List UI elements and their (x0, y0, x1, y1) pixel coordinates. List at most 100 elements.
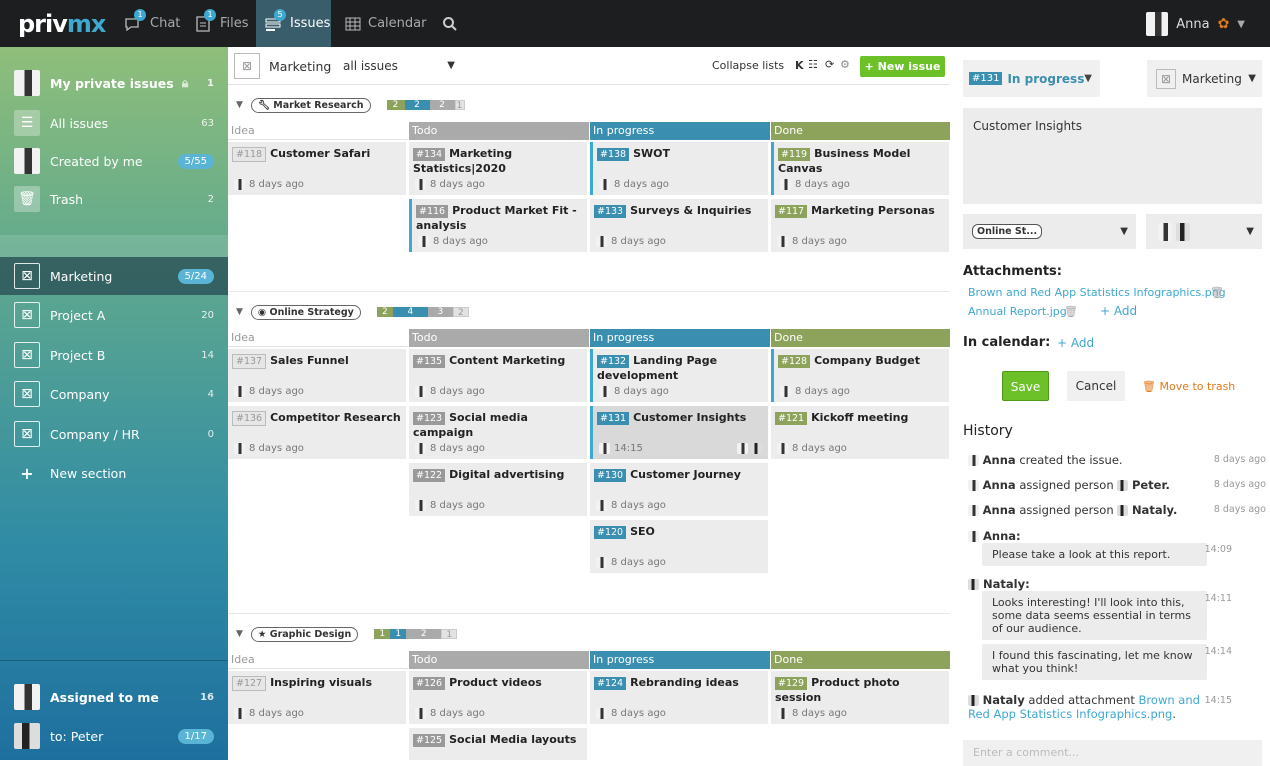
refresh-icon[interactable]: ⟳ (825, 58, 834, 71)
history-item: Anna assigned person Nataly. 8 days ago (968, 503, 1266, 519)
issue-card[interactable]: #126 Product videos 8 days ago (409, 671, 587, 724)
sidebar-item-to-peter[interactable]: to: Peter 1/17 (0, 717, 228, 755)
collapse-toggle-icon[interactable]: ▼ (236, 629, 243, 639)
issues-icon: 5 (264, 8, 286, 32)
lock-icon: 🔒︎ (181, 75, 189, 90)
attachment-link[interactable]: Annual Report.jpg (968, 305, 1067, 318)
section-select[interactable]: ⊠ Marketing ▼ (1147, 60, 1262, 97)
issue-title-field[interactable]: Customer Insights (963, 108, 1262, 204)
tag-label[interactable]: ★ Graphic Design (250, 626, 359, 642)
tag-label[interactable]: 🔧︎ Market Research (250, 97, 371, 113)
sidebar-item-company-hr[interactable]: ⊠ Company / HR 0 (0, 415, 228, 453)
caret-down-icon: ▼ (1248, 73, 1256, 84)
issue-card[interactable]: #125 Social Media layouts (409, 728, 587, 760)
issue-card[interactable]: #124 Rebranding ideas 8 days ago (590, 671, 768, 724)
sidebar-item-all-issues[interactable]: ☰ All issues 63 (0, 104, 228, 142)
sidebar-item-private-issues[interactable]: My private issues 🔒︎ 1 (0, 64, 228, 102)
issue-card[interactable]: #122 Digital advertising 8 days ago (409, 463, 587, 516)
nav-chat[interactable]: 1 Chat (124, 0, 184, 47)
sidebar-item-marketing[interactable]: ⊠ Marketing 5/24 (0, 257, 228, 295)
add-to-calendar-button[interactable]: + Add (1057, 336, 1094, 350)
save-button[interactable]: Save (1002, 371, 1049, 401)
list-view-icon[interactable]: ☷ (808, 58, 818, 71)
settings-icon[interactable]: ⚙ (840, 58, 850, 71)
issue-card[interactable]: #132 Landing Page development 8 days ago (590, 349, 768, 402)
section-icon: ⊠ (234, 53, 260, 79)
avatar (1176, 222, 1190, 241)
collapse-toggle-icon[interactable]: ▼ (236, 100, 243, 110)
assignee-select[interactable]: ▼ (1146, 214, 1262, 249)
column-header-done: Done (771, 329, 950, 347)
status-select[interactable]: #131 In progress ▼ (963, 60, 1100, 97)
nav-files[interactable]: 1 Files (194, 0, 250, 47)
issue-card[interactable]: #128 Company Budget 8 days ago (771, 349, 949, 402)
avatar (1158, 222, 1172, 241)
avatar (596, 557, 607, 568)
issue-card[interactable]: #118 Customer Safari 8 days ago (228, 142, 406, 195)
attachment-link[interactable]: Brown and Red App Statistics Infographic… (968, 286, 1226, 299)
avatar (777, 708, 788, 719)
search-icon (443, 16, 457, 31)
sidebar-item-company[interactable]: ⊠ Company 4 (0, 375, 228, 413)
calendar-icon (344, 16, 362, 32)
section-icon: ⊠ (14, 263, 40, 289)
tag-label[interactable]: ◉ Online Strategy (250, 304, 361, 320)
avatar (968, 505, 979, 516)
nav-calendar[interactable]: Calendar (344, 0, 426, 47)
column-header-progress: In progress (590, 329, 770, 347)
cancel-button[interactable]: Cancel (1067, 371, 1125, 401)
move-to-trash-button[interactable]: 🗑︎ Move to trash (1142, 380, 1235, 393)
sidebar-divider (0, 235, 228, 257)
progress-counts: 2221 (386, 100, 465, 111)
sidebar-item-trash[interactable]: 🗑︎ Trash 2 (0, 180, 228, 218)
issue-card[interactable]: #123 Social media campaign 8 days ago (409, 406, 587, 459)
calendar-heading: In calendar: (963, 335, 1051, 350)
avatar (234, 179, 245, 190)
collapse-lists-button[interactable]: Collapse lists (712, 59, 784, 72)
issue-card[interactable]: #121 Kickoff meeting 8 days ago (771, 406, 949, 459)
section-divider (228, 291, 950, 292)
user-menu[interactable]: Anna ✿ ▼ (1146, 12, 1245, 36)
issue-card[interactable]: #116 Product Market Fit - analysis 8 days… (409, 199, 587, 252)
files-icon: 1 (194, 8, 216, 32)
search-button[interactable] (442, 0, 462, 47)
nav-issues[interactable]: 5 Issues (256, 0, 331, 47)
issue-card[interactable]: #120 SEO 8 days ago (590, 520, 768, 573)
new-issue-button[interactable]: + New issue (860, 56, 945, 77)
sidebar-item-assigned-to-me[interactable]: Assigned to me 16 (0, 678, 228, 716)
avatar (599, 443, 610, 454)
comment-input[interactable]: Enter a comment... (963, 740, 1262, 766)
issue-card[interactable]: #138 SWOT 8 days ago (590, 142, 768, 195)
issue-card[interactable]: #131 Customer Insights 14:15 (590, 406, 768, 459)
progress-counts: 1121 (374, 629, 458, 640)
kanban-view-icon[interactable]: K (795, 59, 804, 72)
history-item: Anna assigned person Peter. 8 days ago (968, 478, 1266, 494)
sidebar-item-created-by-me[interactable]: Created by me 5/55 (0, 142, 228, 180)
filter-select[interactable]: all issues ▼ (343, 57, 455, 77)
tag-select[interactable]: Online St... ▼ (963, 214, 1136, 249)
avatar (1117, 480, 1129, 491)
add-attachment-button[interactable]: + Add (1100, 304, 1137, 318)
sidebar-item-project-b[interactable]: ⊠ Project B 14 (0, 336, 228, 374)
issue-card[interactable]: #135 Content Marketing 8 days ago (409, 349, 587, 402)
avatar (777, 443, 788, 454)
issue-card[interactable]: #129 Product photo session 8 days ago (771, 671, 949, 724)
new-section-button[interactable]: + New section (0, 454, 228, 492)
avatar (234, 386, 245, 397)
trash-icon[interactable]: 🗑︎ (1210, 286, 1224, 299)
sidebar-divider (0, 660, 228, 661)
trash-icon[interactable]: 🗑︎ (1064, 305, 1078, 318)
sidebar-item-project-a[interactable]: ⊠ Project A 20 (0, 296, 228, 334)
avatar (234, 443, 245, 454)
issue-card[interactable]: #133 Surveys & Inquiries 8 days ago (590, 199, 768, 252)
issue-card[interactable]: #119 Business Model Canvas 8 days ago (771, 142, 949, 195)
issue-card[interactable]: #130 Customer Journey 8 days ago (590, 463, 768, 516)
issue-card[interactable]: #127 Inspiring visuals 8 days ago (228, 671, 406, 724)
avatar (14, 148, 40, 174)
issue-card[interactable]: #134 Marketing Statistics|2020 8 days ago (409, 142, 587, 195)
issue-card[interactable]: #137 Sales Funnel 8 days ago (228, 349, 406, 402)
issue-card[interactable]: #136 Competitor Research 8 days ago (228, 406, 406, 459)
issue-card[interactable]: #117 Marketing Personas 8 days ago (771, 199, 949, 252)
column-header-todo: Todo (409, 329, 589, 347)
collapse-toggle-icon[interactable]: ▼ (236, 307, 243, 317)
